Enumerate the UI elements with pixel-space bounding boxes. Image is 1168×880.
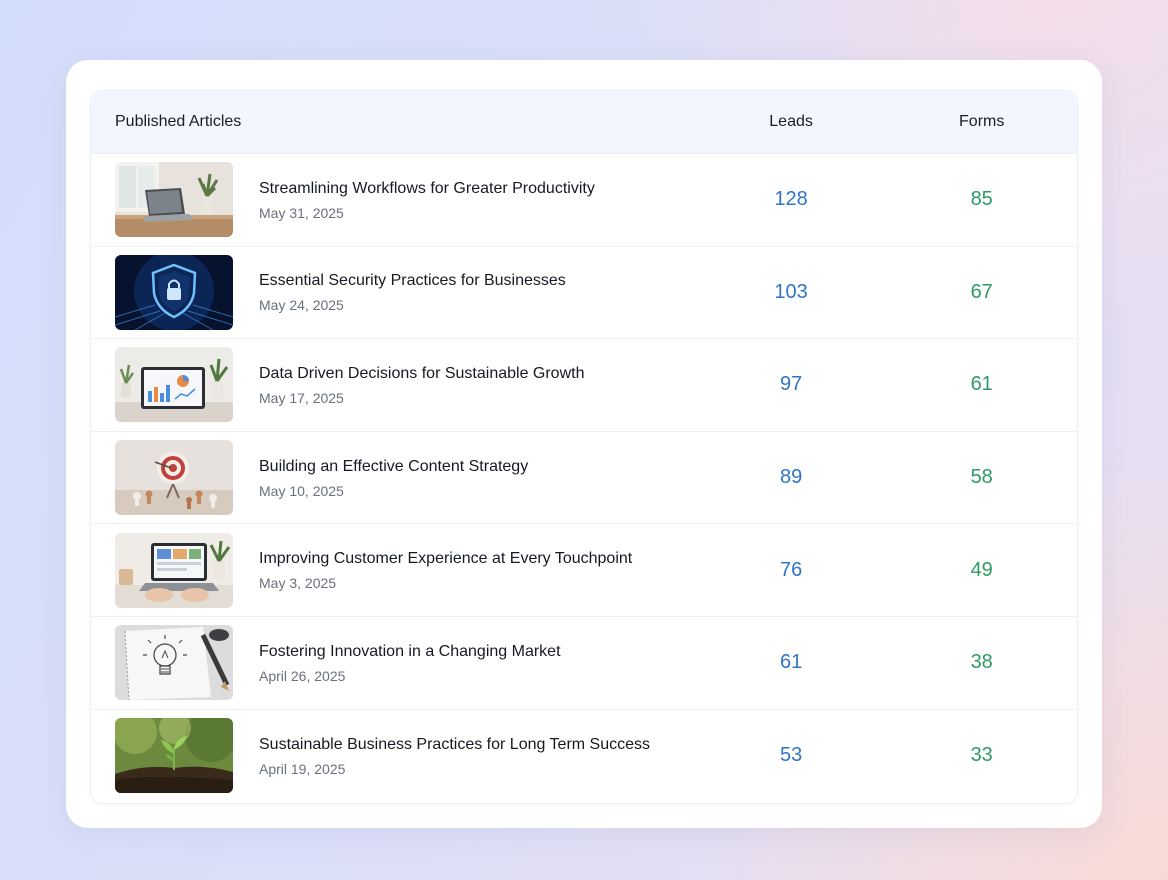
table-header: Published Articles Leads Forms xyxy=(91,91,1077,154)
article-thumbnail[interactable] xyxy=(115,440,233,516)
article-title[interactable]: Fostering Innovation in a Changing Marke… xyxy=(259,642,561,662)
table-row[interactable]: Building an Effective Content Strategy M… xyxy=(91,432,1077,525)
laptop-desk-image xyxy=(115,162,233,238)
article-cell: Essential Security Practices for Busines… xyxy=(91,254,696,330)
leads-count: 128 xyxy=(774,188,808,211)
table-row[interactable]: Essential Security Practices for Busines… xyxy=(91,247,1077,340)
leads-count: 53 xyxy=(779,744,803,767)
header-published-articles[interactable]: Published Articles xyxy=(91,113,696,131)
article-title[interactable]: Essential Security Practices for Busines… xyxy=(259,271,566,291)
article-thumbnail[interactable] xyxy=(115,718,233,794)
article-title[interactable]: Improving Customer Experience at Every T… xyxy=(259,549,632,569)
article-thumbnail[interactable] xyxy=(115,254,233,330)
article-date: May 17, 2025 xyxy=(259,389,344,406)
article-cell: Sustainable Business Practices for Long … xyxy=(91,718,696,794)
article-cell: Improving Customer Experience at Every T… xyxy=(91,532,696,608)
article-title[interactable]: Data Driven Decisions for Sustainable Gr… xyxy=(259,364,584,384)
article-cell: Streamlining Workflows for Greater Produ… xyxy=(91,162,696,238)
forms-count: 85 xyxy=(970,188,993,211)
forms-count: 38 xyxy=(970,651,993,674)
tablet-charts-image xyxy=(115,347,233,423)
security-shield-image xyxy=(115,254,233,330)
article-date: May 24, 2025 xyxy=(259,297,344,314)
articles-card: Published Articles Leads Forms Streamlin… xyxy=(66,60,1102,828)
article-cell: Building an Effective Content Strategy M… xyxy=(91,440,696,516)
article-title[interactable]: Sustainable Business Practices for Long … xyxy=(259,735,650,755)
leads-count: 89 xyxy=(779,466,803,489)
article-thumbnail[interactable] xyxy=(115,347,233,423)
table-row[interactable]: Streamlining Workflows for Greater Produ… xyxy=(91,154,1077,247)
lightbulb-sketch-image xyxy=(115,625,233,701)
article-date: May 10, 2025 xyxy=(259,482,344,499)
article-cell: Fostering Innovation in a Changing Marke… xyxy=(91,625,696,701)
table-row[interactable]: Sustainable Business Practices for Long … xyxy=(91,710,1077,803)
article-thumbnail[interactable] xyxy=(115,162,233,238)
forms-count: 49 xyxy=(970,558,993,581)
article-title[interactable]: Streamlining Workflows for Greater Produ… xyxy=(259,179,595,199)
article-date: May 31, 2025 xyxy=(259,204,344,221)
table-row[interactable]: Improving Customer Experience at Every T… xyxy=(91,524,1077,617)
forms-count: 67 xyxy=(970,280,993,303)
article-thumbnail[interactable] xyxy=(115,532,233,608)
seedling-soil-image xyxy=(115,718,233,794)
article-date: April 19, 2025 xyxy=(259,760,346,777)
article-thumbnail[interactable] xyxy=(115,625,233,701)
leads-count: 103 xyxy=(774,280,808,303)
leads-count: 61 xyxy=(779,651,803,674)
leads-count: 97 xyxy=(779,373,803,396)
laptop-typing-image xyxy=(115,532,233,608)
header-leads[interactable]: Leads xyxy=(696,113,887,131)
article-cell: Data Driven Decisions for Sustainable Gr… xyxy=(91,347,696,423)
forms-count: 33 xyxy=(970,744,993,767)
header-forms[interactable]: Forms xyxy=(886,113,1077,131)
forms-count: 61 xyxy=(970,373,993,396)
article-title[interactable]: Building an Effective Content Strategy xyxy=(259,457,528,477)
articles-table: Published Articles Leads Forms Streamlin… xyxy=(90,90,1078,804)
target-chess-image xyxy=(115,440,233,516)
table-row[interactable]: Fostering Innovation in a Changing Marke… xyxy=(91,617,1077,710)
forms-count: 58 xyxy=(970,466,993,489)
leads-count: 76 xyxy=(779,558,803,581)
article-date: April 26, 2025 xyxy=(259,667,346,684)
table-row[interactable]: Data Driven Decisions for Sustainable Gr… xyxy=(91,339,1077,432)
article-date: May 3, 2025 xyxy=(259,575,337,592)
